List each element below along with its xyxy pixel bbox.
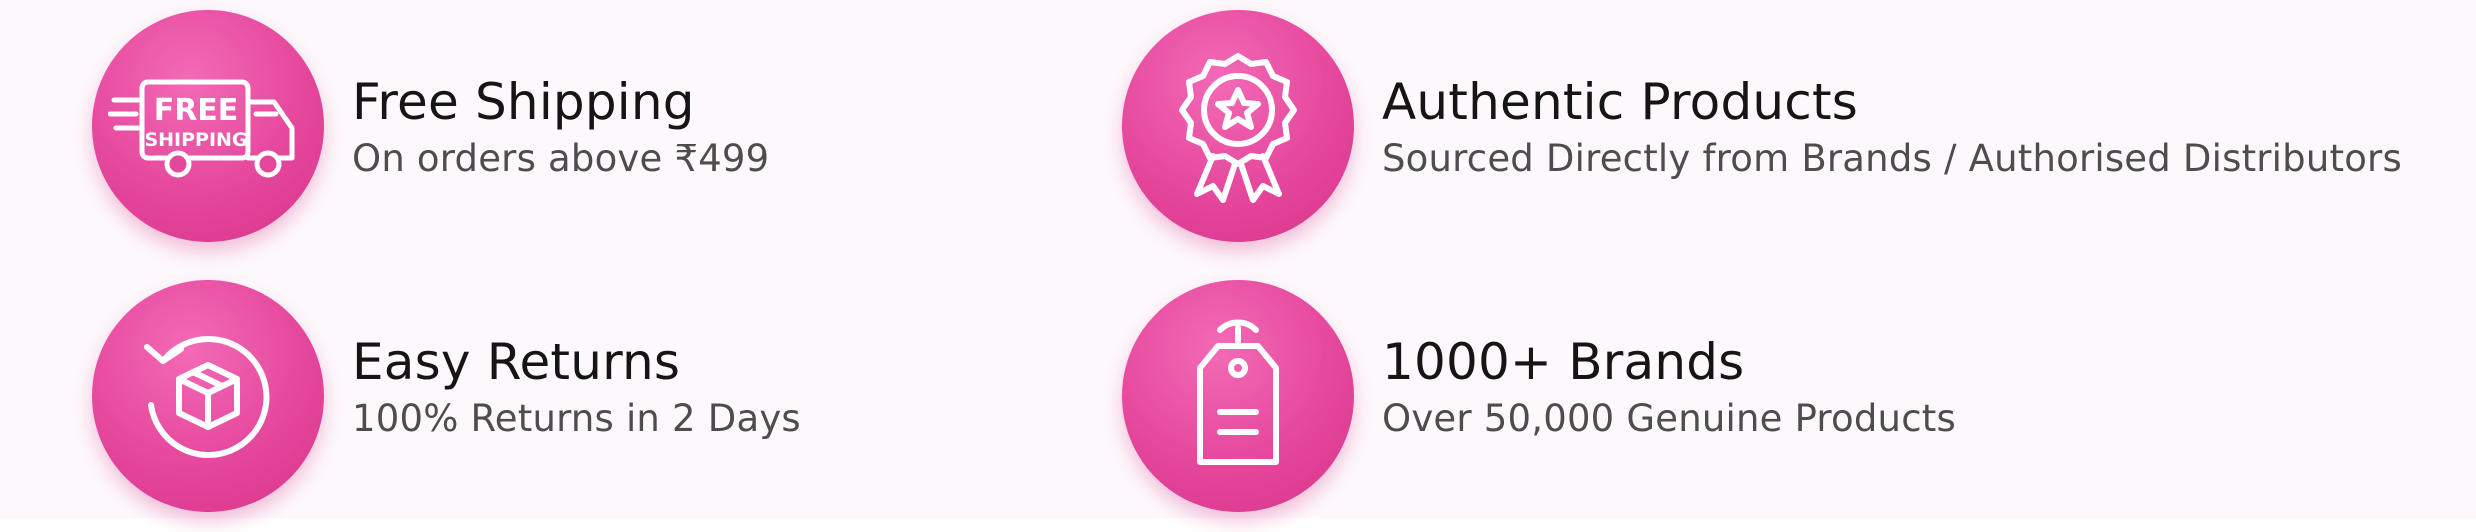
authentic-products-badge xyxy=(1122,10,1354,242)
features-strip: FREE SHIPPING Free Shipping On orders ab… xyxy=(0,0,2476,518)
feature-text: 1000+ Brands Over 50,000 Genuine Product… xyxy=(1382,332,1956,444)
badge-shipping-text: SHIPPING xyxy=(144,129,247,151)
price-tag-icon xyxy=(1197,319,1279,465)
easy-returns-badge xyxy=(92,280,324,512)
award-ribbon-star-icon xyxy=(1179,53,1297,203)
feature-text: Easy Returns 100% Returns in 2 Days xyxy=(352,332,801,444)
return-box-icon xyxy=(144,336,270,458)
feature-title: Easy Returns xyxy=(352,333,681,391)
feature-subtitle: Over 50,000 Genuine Products xyxy=(1382,397,1956,440)
feature-text: Free Shipping On orders above ₹499 xyxy=(352,72,769,184)
badge-free-text: FREE xyxy=(154,93,239,128)
feature-title: Authentic Products xyxy=(1382,73,1859,131)
feature-subtitle: Sourced Directly from Brands / Authorise… xyxy=(1382,137,2402,180)
brands-badge xyxy=(1122,280,1354,512)
feature-subtitle: On orders above ₹499 xyxy=(352,137,770,180)
feature-title: 1000+ Brands xyxy=(1382,333,1745,391)
free-shipping-badge: FREE SHIPPING xyxy=(92,10,324,242)
feature-title: Free Shipping xyxy=(352,73,695,131)
feature-subtitle: 100% Returns in 2 Days xyxy=(352,397,801,440)
free-shipping-truck-icon: FREE SHIPPING xyxy=(108,79,295,178)
feature-text: Authentic Products Sourced Directly from… xyxy=(1382,72,2402,184)
